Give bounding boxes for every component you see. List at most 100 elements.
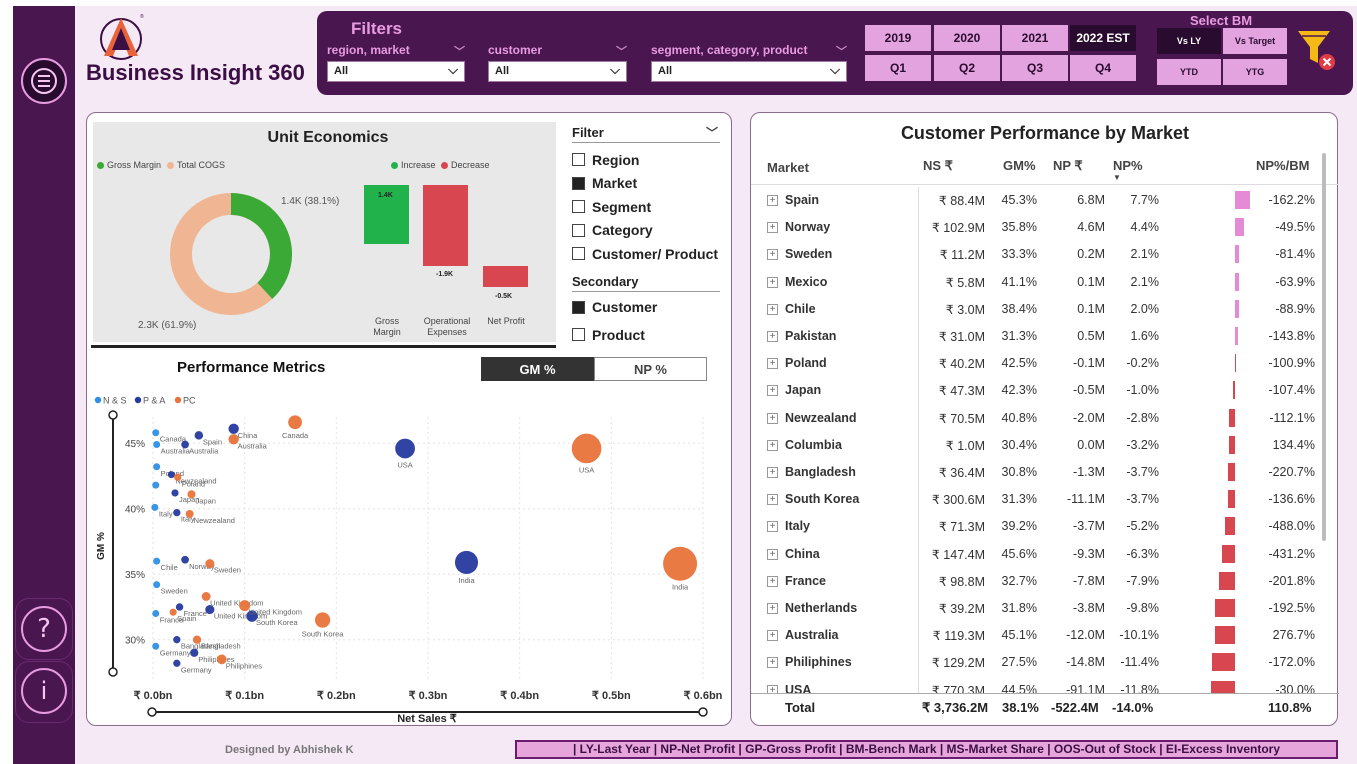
table-row[interactable]: + Norway ₹ 102.9M 35.8% 4.6M 4.4% -49.5% — [751, 214, 1321, 241]
table-row[interactable]: + Pakistan ₹ 31.0M 31.3% 0.5M 1.6% -143.8% — [751, 323, 1321, 350]
quarter-q3-button[interactable]: Q3 — [1002, 55, 1068, 81]
customer-dropdown[interactable]: All ⌵ — [488, 61, 627, 82]
expand-icon[interactable]: + — [767, 331, 778, 342]
cell-np: 0.5M — [1077, 329, 1105, 343]
table-scrollbar[interactable] — [1322, 153, 1326, 541]
checkbox[interactable] — [572, 328, 585, 342]
expand-icon[interactable]: + — [767, 603, 778, 614]
year-2020-button[interactable]: 2020 — [934, 25, 1000, 51]
scatter-point — [153, 441, 161, 449]
slicer-option-region[interactable]: Region — [572, 148, 720, 172]
legend-dot — [391, 161, 398, 169]
expand-icon[interactable]: + — [767, 439, 778, 451]
table-row[interactable]: + South Korea ₹ 300.6M 31.3% -11.1M -3.7% -136… — [751, 486, 1321, 513]
col-header-np[interactable]: NP ₹ — [1053, 158, 1083, 174]
quarter-q4-button[interactable]: Q4 — [1070, 55, 1136, 81]
table-row[interactable]: + USA ₹ 770.3M 44.5% -91.1M -11.8% -30.0% — [751, 677, 1321, 693]
cell-ns: ₹ 36.4M — [938, 466, 985, 480]
table-row[interactable]: + Poland ₹ 40.2M 42.5% -0.1M -0.2% -100.9% — [751, 350, 1321, 377]
table-row[interactable]: + Italy ₹ 71.3M 39.2% -3.7M -5.2% -488.0% — [751, 513, 1321, 540]
slicer-secondary-customer[interactable]: Customer — [572, 296, 720, 320]
quarter-q1-button[interactable]: Q1 — [865, 55, 931, 81]
table-row[interactable]: + Spain ₹ 88.4M 45.3% 6.8M 7.7% -162.2% — [751, 187, 1321, 214]
quarter-q2-button[interactable]: Q2 — [934, 55, 1000, 81]
expand-icon[interactable]: + — [767, 548, 778, 560]
slicer-filter-header[interactable]: Filter ﹀ — [572, 125, 720, 143]
col-header-market[interactable]: Market — [767, 160, 809, 175]
expand-icon[interactable]: + — [767, 521, 778, 533]
cell-gm: 44.5% — [1001, 682, 1037, 693]
slicer-option-segment[interactable]: Segment — [572, 195, 720, 219]
year-2021-button[interactable]: 2021 — [1002, 25, 1068, 51]
checkbox[interactable] — [572, 176, 585, 190]
chevron-down-icon: ⌵ — [448, 62, 458, 77]
cell-ns: ₹ 47.3M — [938, 384, 985, 399]
col-header-np-bm[interactable]: NP%/BM — [1256, 158, 1309, 173]
np-percent-toggle[interactable]: NP % — [594, 357, 707, 381]
table-row[interactable]: + Bangladesh ₹ 36.4M 30.8% -1.3M -3.7% -220.7% — [751, 459, 1321, 486]
expand-icon[interactable]: + — [767, 249, 778, 261]
col-header-ns[interactable]: NS ₹ — [923, 158, 953, 174]
slicer-option-customer-product[interactable]: Customer/ Product — [572, 242, 720, 266]
expand-icon[interactable]: + — [767, 385, 778, 397]
bm-vs-ly-button[interactable]: Vs LY — [1157, 28, 1221, 54]
checkbox[interactable] — [572, 153, 585, 167]
gm-percent-toggle[interactable]: GM % — [481, 357, 594, 381]
region-market-dropdown[interactable]: All ⌵ — [327, 61, 465, 82]
expand-icon[interactable]: + — [767, 630, 778, 642]
expand-icon[interactable]: + — [767, 195, 778, 206]
cell-gm: 38.4% — [1001, 301, 1037, 316]
table-row[interactable]: + Australia ₹ 119.3M 45.1% -12.0M -10.1% 276.7… — [751, 622, 1321, 649]
cell-np: 6.8M — [1077, 193, 1105, 207]
table-row[interactable]: + France ₹ 98.8M 32.7% -7.8M -7.9% -201.8% — [751, 568, 1321, 595]
scatter-point — [454, 550, 479, 574]
expand-icon[interactable]: + — [767, 467, 778, 478]
table-row[interactable]: + Netherlands ₹ 39.2M 31.8% -3.8M -9.8% -192.5… — [751, 595, 1321, 622]
year-2019-button[interactable]: 2019 — [865, 25, 931, 51]
expand-icon[interactable]: + — [767, 222, 778, 234]
expand-icon[interactable]: + — [767, 684, 778, 693]
y-tick-label: 30% — [125, 636, 145, 647]
expand-icon[interactable]: + — [767, 494, 778, 506]
table-row[interactable]: + Chile ₹ 3.0M 38.4% 0.1M 2.0% -88.9% — [751, 296, 1321, 323]
table-row[interactable]: + Philiphines ₹ 129.2M 27.5% -14.8M -11.4% -17… — [751, 649, 1321, 676]
info-button[interactable]: i — [21, 668, 67, 714]
year-2022-button[interactable]: 2022 EST — [1070, 25, 1136, 51]
top-strip — [13, 0, 1357, 6]
checkbox[interactable] — [572, 200, 585, 214]
table-row[interactable]: + Columbia ₹ 1.0M 30.4% 0.0M -3.2% 134.4% — [751, 432, 1321, 459]
checkbox[interactable] — [572, 300, 585, 314]
table-row[interactable]: + China ₹ 147.4M 45.6% -9.3M -6.3% -431.2% — [751, 541, 1321, 568]
table-row[interactable]: + Newzealand ₹ 70.5M 40.8% -2.0M -2.8% -112.1% — [751, 405, 1321, 432]
performance-scatter-chart: N & S P & A PC 30% 35% 40% 45% ₹ 0.0bn ₹ 0.1bn ₹ … — [94, 396, 723, 725]
slicer-secondary-product[interactable]: Product — [572, 323, 720, 347]
expand-icon[interactable]: + — [767, 276, 778, 288]
table-row[interactable]: + Mexico ₹ 5.8M 41.1% 0.1M 2.1% -63.9% — [751, 269, 1321, 296]
segment-category-product-dropdown[interactable]: All ⌵ — [651, 61, 847, 82]
bm-ytg-button[interactable]: YTG — [1223, 59, 1287, 85]
waterfall-bar-operational-expenses — [423, 185, 468, 266]
scatter-point-label: Sweden — [214, 566, 241, 575]
checkbox[interactable] — [572, 247, 585, 261]
col-header-np-percent[interactable]: NP% — [1113, 158, 1143, 173]
menu-button[interactable] — [21, 58, 67, 104]
np-percent-bar — [1235, 299, 1239, 318]
table-row[interactable]: + Japan ₹ 47.3M 42.3% -0.5M -1.0% -107.4% — [751, 377, 1321, 404]
y-tick-label: 35% — [125, 570, 145, 581]
expand-icon[interactable]: + — [767, 657, 778, 669]
slicer-option-category[interactable]: Category — [572, 219, 720, 243]
bm-vs-target-button[interactable]: Vs Target — [1223, 28, 1287, 54]
expand-icon[interactable]: + — [767, 575, 778, 587]
bm-ytd-button[interactable]: YTD — [1157, 59, 1221, 85]
expand-icon[interactable]: + — [767, 303, 778, 315]
checkbox[interactable] — [572, 223, 585, 237]
expand-icon[interactable]: + — [767, 412, 778, 424]
slicer-option-market[interactable]: Market — [572, 172, 720, 196]
help-button[interactable]: ? — [21, 606, 67, 652]
table-row[interactable]: + Sweden ₹ 11.2M 33.3% 0.2M 2.1% -81.4% — [751, 241, 1321, 268]
expand-icon[interactable]: + — [767, 358, 778, 370]
col-header-gm[interactable]: GM% — [1003, 158, 1036, 173]
clear-filter-icon[interactable] — [1296, 29, 1336, 71]
scatter-point — [152, 429, 160, 437]
cell-np-percent: -3.7% — [1126, 465, 1159, 479]
